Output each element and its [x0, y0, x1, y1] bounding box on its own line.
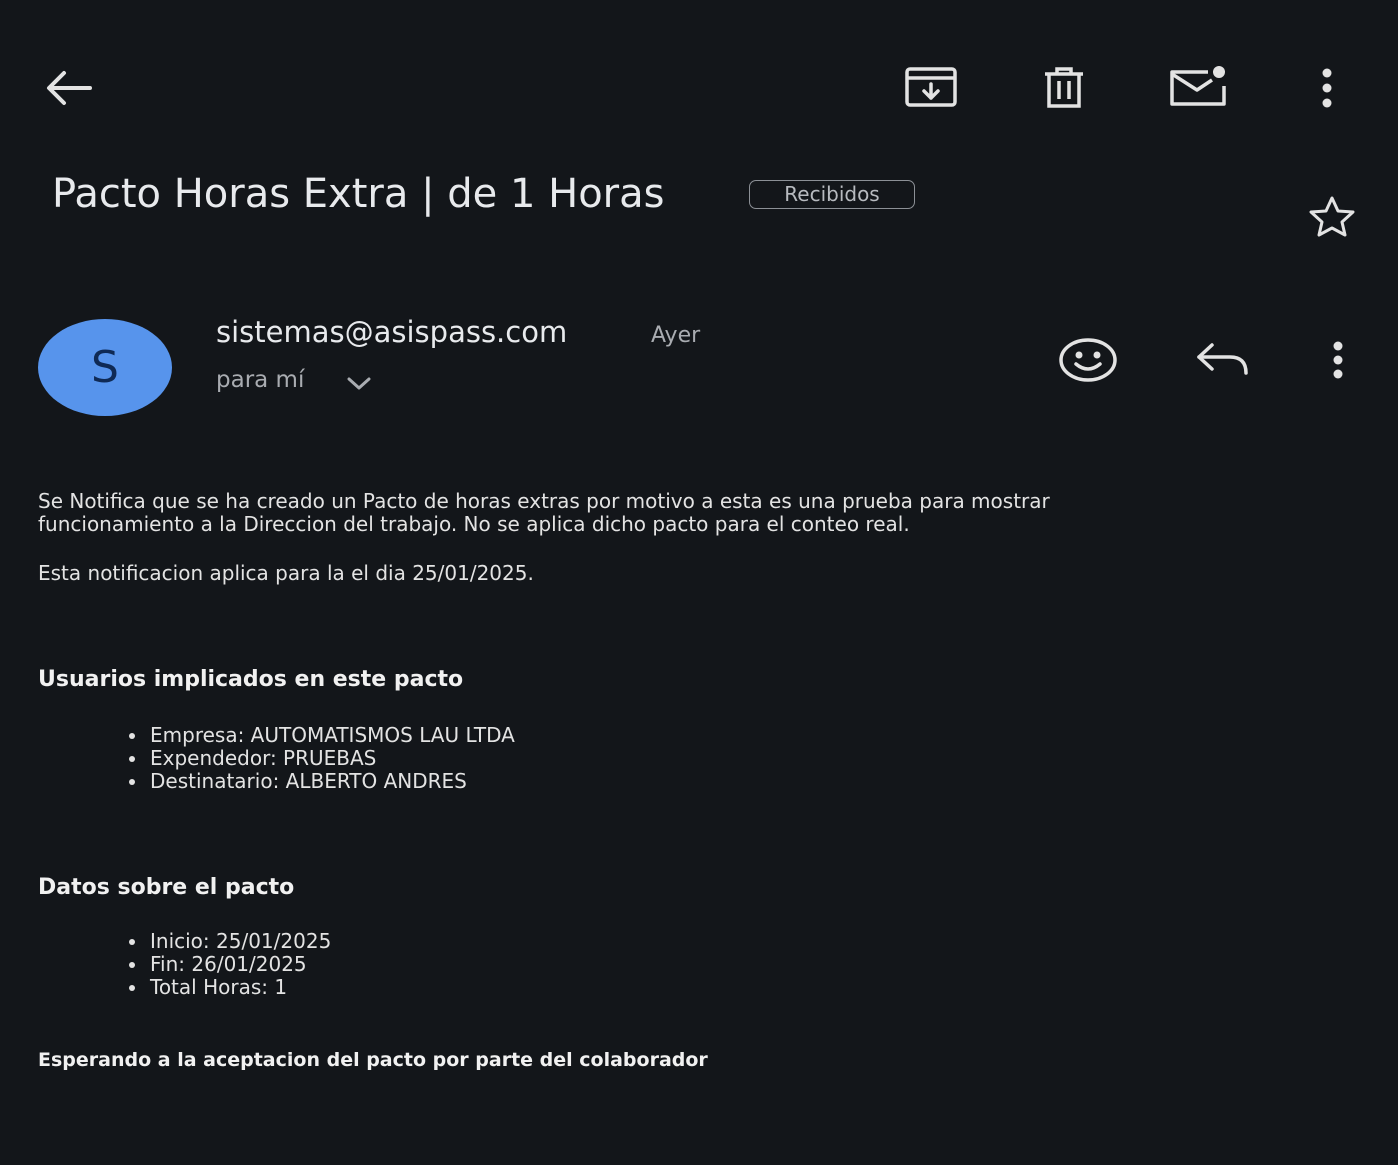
data-heading: Datos sobre el pacto: [38, 875, 295, 900]
list-item: Empresa: AUTOMATISMOS LAU LTDA: [148, 724, 515, 747]
intro-line-1: Se Notifica que se ha creado un Pacto de…: [38, 489, 1050, 513]
pending-acceptance-note: Esperando a la aceptacion del pacto por …: [38, 1049, 708, 1071]
trash-icon[interactable]: [1041, 66, 1087, 110]
email-view: Pacto Horas Extra | de 1 Horas Recibidos…: [0, 0, 1398, 1165]
date-note: Esta notificacion aplica para la el dia …: [38, 561, 534, 585]
intro-line-2: funcionamiento a la Direccion del trabaj…: [38, 512, 910, 536]
list-item: Destinatario: ALBERTO ANDRES: [148, 770, 515, 793]
mark-unread-icon[interactable]: [1168, 64, 1230, 108]
sender-address[interactable]: sistemas@asispass.com: [216, 312, 567, 352]
reply-icon[interactable]: [1194, 340, 1250, 380]
emoji-reaction-icon[interactable]: [1058, 337, 1118, 383]
message-more-icon[interactable]: [1329, 341, 1347, 379]
list-item: Total Horas: 1: [148, 976, 331, 999]
inbox-label-chip[interactable]: Recibidos: [749, 180, 915, 209]
more-vertical-icon[interactable]: [1318, 68, 1336, 108]
list-item: Expendedor: PRUEBAS: [148, 747, 515, 770]
users-heading: Usuarios implicados en este pacto: [38, 667, 464, 692]
received-time: Ayer: [651, 323, 701, 348]
sender-avatar[interactable]: S: [38, 319, 172, 416]
users-list: Empresa: AUTOMATISMOS LAU LTDA Expendedo…: [38, 724, 515, 793]
pact-data-list: Inicio: 25/01/2025 Fin: 26/01/2025 Total…: [38, 930, 331, 999]
list-item: Fin: 26/01/2025: [148, 953, 331, 976]
chevron-down-icon[interactable]: [346, 376, 372, 392]
star-icon[interactable]: [1306, 195, 1358, 237]
archive-icon[interactable]: [904, 66, 958, 108]
recipient-label[interactable]: para mí: [216, 364, 304, 396]
list-item: Inicio: 25/01/2025: [148, 930, 331, 953]
back-arrow-icon[interactable]: [42, 68, 94, 108]
email-subject: Pacto Horas Extra | de 1 Horas: [52, 171, 665, 217]
